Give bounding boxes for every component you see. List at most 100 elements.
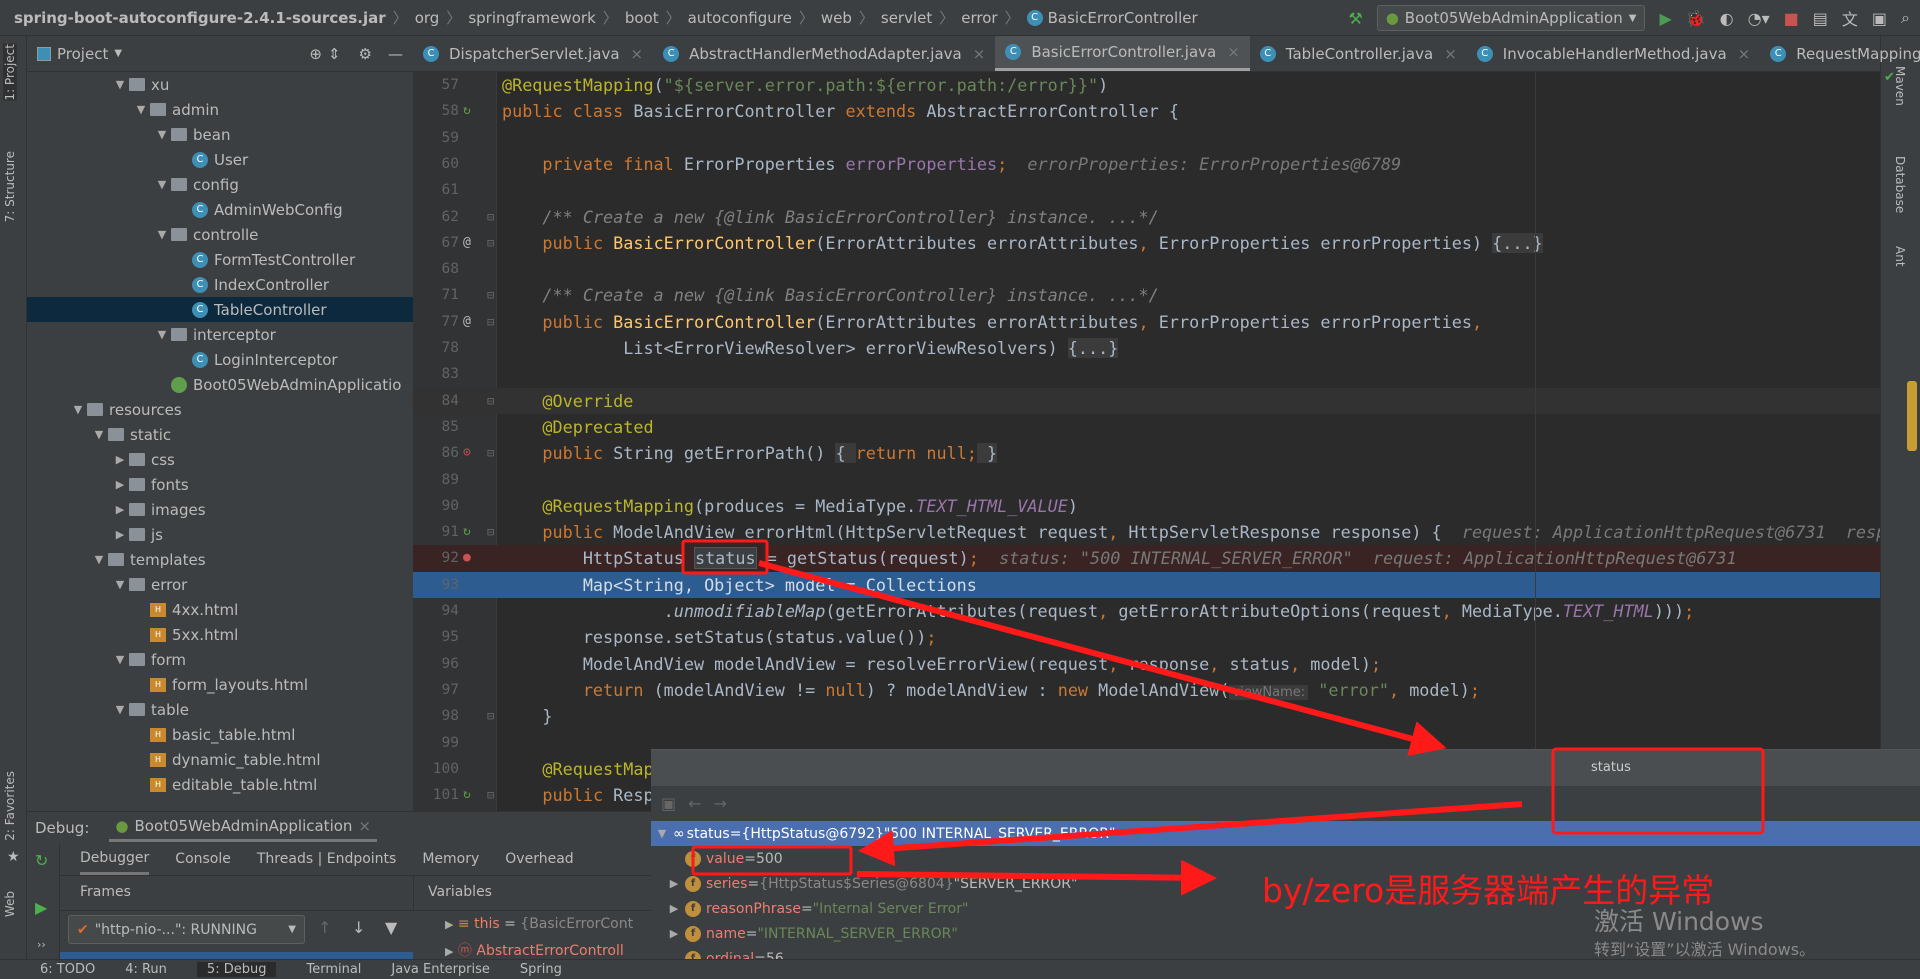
run-gutter-icon[interactable]: ↻ [463, 519, 471, 545]
code-line[interactable]: 84 ⊟ @Override [413, 387, 1880, 414]
chevron-right-icon[interactable]: ▶ [111, 478, 129, 491]
code-line[interactable]: 90 @RequestMapping(produces = MediaType.… [413, 493, 1880, 519]
forward-icon[interactable]: → [714, 794, 727, 813]
close-icon[interactable]: × [358, 817, 371, 835]
more-icon[interactable]: ›› [37, 938, 46, 951]
code-line[interactable]: 62 ⊟ /** Create a new {@link BasicErrorCo… [413, 204, 1880, 230]
tree-item[interactable]: C User [27, 147, 413, 172]
tool-ant[interactable]: Ant [1893, 246, 1907, 267]
code-editor[interactable]: 57 @RequestMapping("${server.error.path:$… [413, 72, 1880, 811]
debug-tab-memory[interactable]: Memory [422, 851, 479, 867]
code-line[interactable]: 68 [413, 256, 1880, 282]
code-line[interactable]: 89 [413, 467, 1880, 493]
run-gutter-icon[interactable]: ↻ [463, 98, 471, 124]
tree-item[interactable]: ▼ admin [27, 97, 413, 122]
chevron-down-icon[interactable]: ▼ [114, 48, 122, 59]
tree-item[interactable]: C IndexController [27, 272, 413, 297]
tab-tablecontroller-java[interactable]: C TableController.java × [1250, 36, 1467, 71]
code-line[interactable]: 67 @ ⊟ public BasicErrorController(ErrorAt… [413, 230, 1880, 256]
tab-requestmapping[interactable]: C RequestMapping [1760, 36, 1920, 71]
gear-icon[interactable]: ⚙ [359, 45, 372, 63]
chevron-right-icon[interactable]: ▶ [111, 453, 129, 466]
implementation-icon[interactable]: @ [463, 230, 471, 256]
tree-item[interactable]: ▼ static [27, 422, 413, 447]
presentation-icon[interactable]: ▣ [1872, 9, 1887, 28]
filter-icon[interactable]: ▼ [385, 918, 397, 937]
code-line[interactable]: 95 response.setStatus(status.value()); [413, 624, 1880, 650]
tab-basicerrorcontroller-java[interactable]: C BasicErrorController.java × [995, 36, 1250, 71]
chevron-down-icon[interactable]: ▼ [111, 78, 129, 91]
tree-item[interactable]: ▼ interceptor [27, 322, 413, 347]
back-icon[interactable]: ← [688, 794, 701, 813]
breakpoint-icon[interactable]: ● [463, 545, 471, 571]
chevron-down-icon[interactable]: ▼ [90, 428, 108, 441]
tree-item[interactable]: C AdminWebConfig [27, 197, 413, 222]
tool-project[interactable]: 1: Project [3, 44, 17, 101]
variable-row[interactable]: ▶ ⓜ AbstractErrorControll [445, 940, 624, 960]
tool-database[interactable]: Database [1893, 156, 1907, 213]
profile-icon[interactable]: ◔▾ [1748, 9, 1770, 28]
code-line[interactable]: 97 return (modelAndView != null) ? model… [413, 677, 1880, 703]
override-icon[interactable]: ⊙ [463, 440, 471, 466]
toolwindow-spring[interactable]: Spring [520, 962, 562, 977]
expand-arrow-icon[interactable]: ▶ [445, 918, 453, 931]
tree-item[interactable]: ▶ js [27, 522, 413, 547]
debug-tab-overhead[interactable]: Overhead [505, 851, 573, 867]
code-line[interactable]: 59 [413, 125, 1880, 151]
tree-item[interactable]: ▼ table [27, 697, 413, 722]
tree-item[interactable]: C TableController [27, 297, 413, 322]
tool-favorites[interactable]: 2: Favorites [3, 771, 17, 841]
rerun-icon[interactable]: ↻ [35, 851, 48, 870]
code-line[interactable]: 85 @Deprecated [413, 414, 1880, 440]
expand-arrow-icon[interactable]: ▶ [663, 927, 685, 940]
tree-item[interactable]: ▼ bean [27, 122, 413, 147]
tree-item[interactable]: ▼ xu [27, 72, 413, 97]
chevron-down-icon[interactable]: ▼ [111, 578, 129, 591]
close-icon[interactable]: × [631, 45, 644, 63]
fold-icon[interactable]: ⊟ [487, 703, 494, 729]
fold-icon[interactable]: ⊟ [487, 309, 494, 335]
code-line[interactable]: 98 ⊟ } [413, 703, 1880, 729]
tree-item[interactable]: ▼ templates [27, 547, 413, 572]
code-line[interactable]: 61 [413, 177, 1880, 203]
resume-icon[interactable]: ▶ [35, 898, 47, 917]
folder-icon[interactable]: ▣ [661, 794, 676, 813]
chevron-down-icon[interactable]: ▼ [153, 178, 171, 191]
tree-item[interactable]: C FormTestController [27, 247, 413, 272]
tool-structure[interactable]: 7: Structure [3, 151, 17, 222]
debug-tab-threads-endpoints[interactable]: Threads | Endpoints [257, 851, 396, 867]
code-line[interactable]: 86 ⊙ ⊟ public String getErrorPath() { retu… [413, 440, 1880, 466]
thread-dropdown[interactable]: ✔ "http-nio-...": RUNNING ▼ [68, 915, 305, 944]
expand-arrow-icon[interactable]: ▶ [445, 945, 453, 958]
fold-icon[interactable]: ⊟ [487, 440, 494, 466]
fold-icon[interactable]: ⊟ [487, 519, 494, 545]
tree-item[interactable]: ▼ controlle [27, 222, 413, 247]
frame-down-icon[interactable]: ↓ [352, 918, 365, 937]
breadcrumb-item[interactable]: autoconfigure [688, 9, 792, 27]
run-icon[interactable]: ▶ [1659, 9, 1671, 28]
implementation-icon[interactable]: @ [463, 309, 471, 335]
build-hammer-icon[interactable]: ⚒ [1348, 9, 1362, 28]
tree-item[interactable]: ▶ fonts [27, 472, 413, 497]
debug-tab-debugger[interactable]: Debugger [80, 844, 150, 875]
code-line[interactable]: 60 private final ErrorProperties errorPr… [413, 151, 1880, 177]
breadcrumb-item[interactable]: web [821, 9, 852, 27]
chevron-down-icon[interactable]: ▼ [111, 653, 129, 666]
code-line[interactable]: 57 @RequestMapping("${server.error.path:$… [413, 72, 1880, 98]
close-icon[interactable]: × [973, 45, 986, 63]
tree-item[interactable]: Hdynamic_table.html [27, 747, 413, 772]
scrollbar-marker[interactable] [1907, 381, 1917, 451]
chevron-down-icon[interactable]: ▼ [69, 403, 87, 416]
tab-invocablehandlermethod-java[interactable]: C InvocableHandlerMethod.java × [1467, 36, 1760, 71]
debug-icon[interactable]: 🐞 [1686, 9, 1706, 28]
breadcrumb-item[interactable]: org [415, 9, 440, 27]
breadcrumb-item[interactable]: spring-boot-autoconfigure-2.4.1-sources.… [14, 9, 386, 27]
chevron-right-icon[interactable]: ▶ [111, 503, 129, 516]
tree-item[interactable]: Hform_layouts.html [27, 672, 413, 697]
chevron-down-icon[interactable]: ▼ [111, 703, 129, 716]
breadcrumb-item[interactable]: error [961, 9, 997, 27]
toolwindow-5-debug[interactable]: 5: Debug [196, 962, 277, 977]
code-line[interactable]: 77 @ ⊟ public BasicErrorController(ErrorAt… [413, 309, 1880, 335]
tree-item[interactable]: C LoginInterceptor [27, 347, 413, 372]
expand-arrow-icon[interactable]: ▶ [663, 902, 685, 915]
